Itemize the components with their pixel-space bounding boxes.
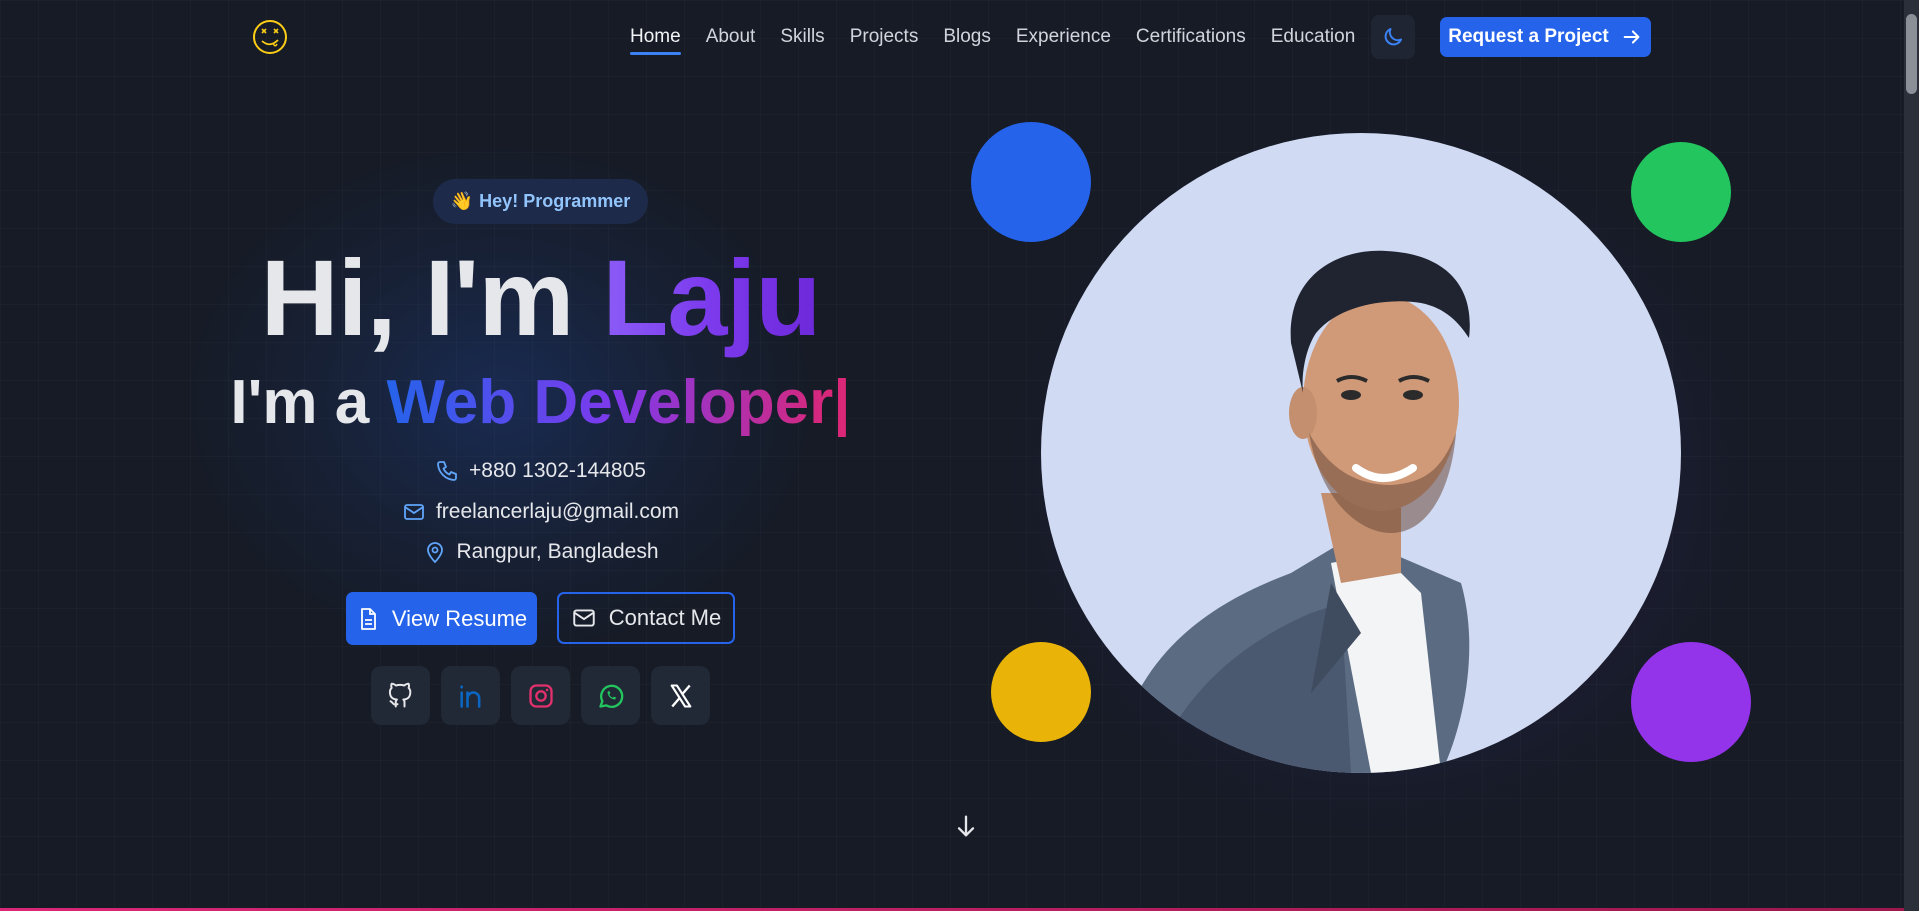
location-text: Rangpur, Bangladesh [456, 540, 659, 563]
map-pin-icon [426, 542, 443, 564]
x-twitter-icon [670, 683, 691, 708]
decorative-dot-yellow [991, 642, 1091, 742]
hero-badge: 👋 Hey! Programmer [433, 179, 648, 224]
nav-item-education[interactable]: Education [1271, 24, 1356, 50]
nav-item-certifications[interactable]: Certifications [1136, 24, 1246, 50]
main-nav: Home About Skills Projects Blogs Experie… [630, 24, 1380, 55]
theme-toggle-button[interactable] [1371, 15, 1415, 59]
moon-icon [1384, 28, 1402, 46]
phone-number[interactable]: +880 1302-144805 [469, 458, 646, 484]
contact-me-label: Contact Me [608, 605, 722, 630]
github-icon [388, 682, 411, 707]
scrollbar-thumb[interactable] [1906, 14, 1917, 94]
decorative-dot-purple [1631, 642, 1751, 762]
request-project-label: Request a Project [1448, 26, 1609, 47]
instagram-link[interactable] [511, 666, 570, 725]
nav-item-home[interactable]: Home [630, 24, 681, 55]
nav-item-projects[interactable]: Projects [850, 24, 919, 50]
hero-title-prefix: Hi, I'm [260, 237, 603, 358]
smiley-face-logo-icon[interactable] [251, 18, 289, 56]
request-project-button[interactable]: Request a Project [1440, 17, 1651, 57]
portrait-illustration [1111, 250, 1470, 773]
typing-cursor: | [833, 368, 851, 437]
linkedin-icon [459, 684, 480, 708]
view-resume-label: View Resume [391, 605, 528, 631]
scroll-down-arrow-icon[interactable] [952, 812, 980, 840]
whatsapp-icon [598, 684, 623, 708]
nav-item-blogs[interactable]: Blogs [943, 24, 991, 50]
arrow-right-icon [1623, 30, 1640, 44]
mail-icon [404, 504, 424, 520]
hero-subtitle-role: Web Developer [386, 368, 834, 437]
phone-icon [437, 461, 457, 481]
phone-row: +880 1302-144805 [0, 458, 1081, 484]
page-scrollbar[interactable] [1904, 0, 1919, 911]
email-row: freelancerlaju@gmail.com [0, 499, 1081, 525]
view-resume-button[interactable]: View Resume [346, 592, 537, 645]
whatsapp-link[interactable] [581, 666, 640, 725]
nav-item-about[interactable]: About [706, 24, 756, 50]
mail-icon [573, 609, 595, 627]
location-row: Rangpur, Bangladesh [0, 539, 1081, 565]
profile-portrait [1041, 133, 1681, 773]
hero-subtitle-prefix: I'm a [230, 368, 387, 437]
linkedin-link[interactable] [441, 666, 500, 725]
contact-me-button[interactable]: Contact Me [557, 592, 735, 644]
hero-subtitle: I'm a Web Developer| [0, 368, 1081, 438]
hero-title-name: Laju [602, 237, 821, 358]
github-link[interactable] [371, 666, 430, 725]
nav-item-skills[interactable]: Skills [780, 24, 824, 50]
decorative-dot-blue [971, 122, 1091, 242]
x-twitter-link[interactable] [651, 666, 710, 725]
decorative-dot-green [1631, 142, 1731, 242]
hero-title: Hi, I'm Laju [0, 236, 1081, 360]
instagram-icon [528, 683, 553, 708]
document-icon [360, 607, 376, 630]
hero-badge-label: Hey! Programmer [479, 191, 631, 211]
nav-item-experience[interactable]: Experience [1016, 24, 1111, 50]
waving-hand-emoji: 👋 [450, 191, 474, 211]
email-address[interactable]: freelancerlaju@gmail.com [436, 499, 679, 525]
